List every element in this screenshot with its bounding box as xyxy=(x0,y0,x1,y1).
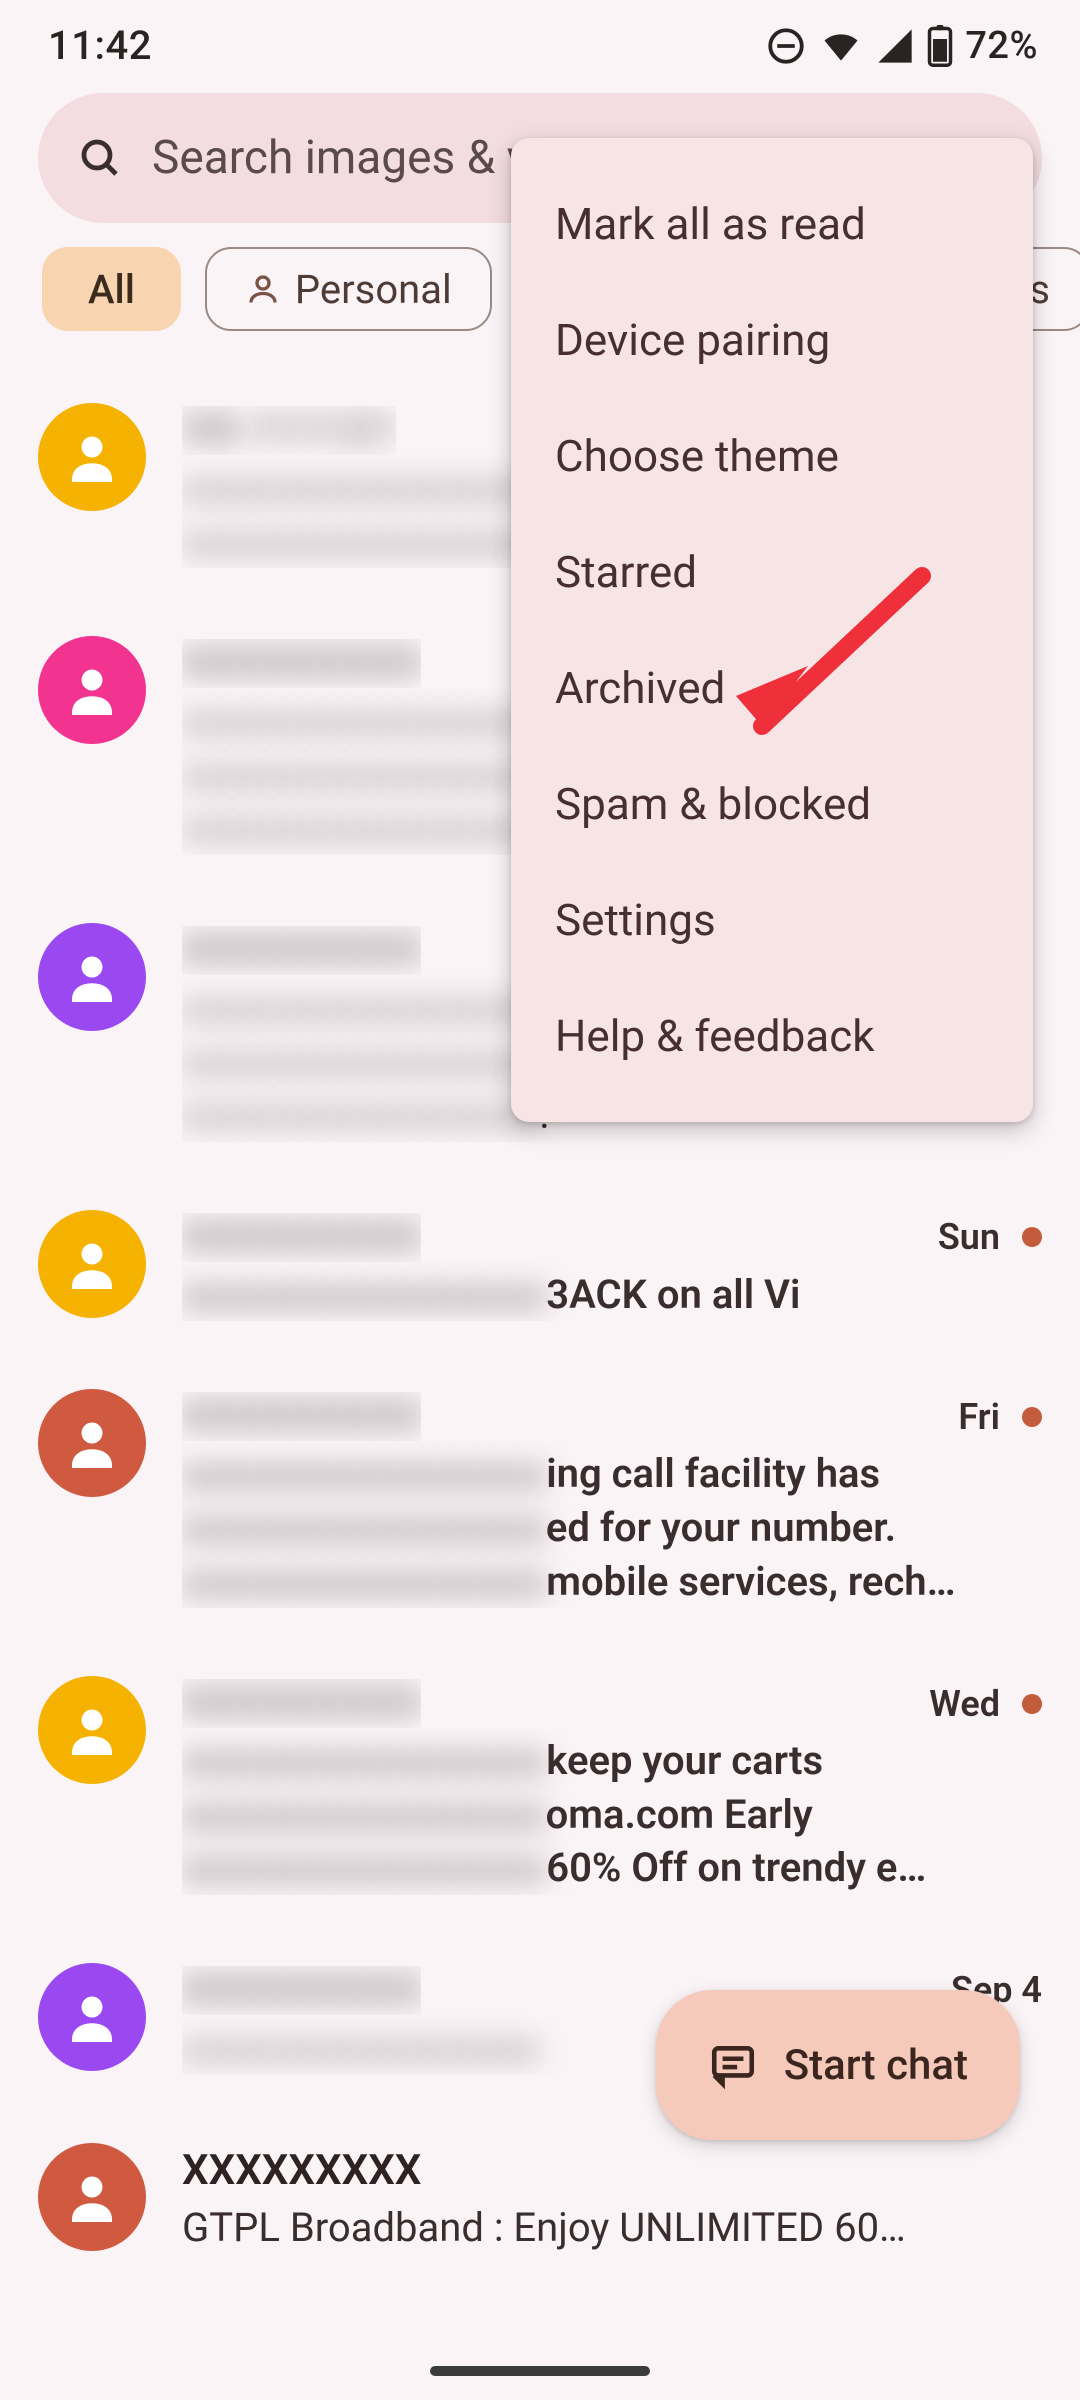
chip-personal[interactable]: Personal xyxy=(205,247,492,331)
sender-name: XXXXXXXXX xyxy=(182,1966,421,2015)
battery-icon xyxy=(927,25,953,67)
menu-item-mark-all-as-read[interactable]: Mark all as read xyxy=(511,166,1033,282)
sender-name: XXXXXXXXX xyxy=(182,1213,421,1262)
avatar xyxy=(38,2143,146,2251)
menu-item-help-feedback[interactable]: Help & feedback xyxy=(511,978,1033,1094)
conversation-row[interactable]: XXXXXXXXX Sunxxxxxxxxxxxxxxxxxx3ACK on al… xyxy=(38,1210,1042,1322)
search-placeholder: Search images & v xyxy=(152,131,529,185)
sender-name: XXXXXXXXX xyxy=(182,2146,421,2195)
person-icon xyxy=(245,271,281,307)
sender-name: XXXXXXXXX xyxy=(182,1679,421,1728)
avatar xyxy=(38,403,146,511)
conversation-row[interactable]: XXXXXXXXXGTPL Broadband : Enjoy UNLIMITE… xyxy=(38,2143,1042,2255)
conversation-preview: GTPL Broadband : Enjoy UNLIMITED 60… xyxy=(182,2195,1032,2255)
conversation-date: Sun xyxy=(938,1216,1042,1258)
avatar xyxy=(38,1210,146,1318)
sender-name: VD-111121 xyxy=(182,406,396,455)
conversation-body: XXXXXXXXXGTPL Broadband : Enjoy UNLIMITE… xyxy=(182,2143,1042,2255)
conversation-date: Wed xyxy=(929,1683,1042,1725)
start-chat-fab[interactable]: Start chat xyxy=(656,1990,1020,2140)
chat-icon xyxy=(708,2040,758,2090)
menu-item-spam-blocked[interactable]: Spam & blocked xyxy=(511,746,1033,862)
conversation-preview: xxxxxxxxxxxxxxxxxxkeep your cartsxxxxxxx… xyxy=(182,1728,1032,1895)
conversation-body: XXXXXXXXX Wedxxxxxxxxxxxxxxxxxxkeep your … xyxy=(182,1676,1042,1895)
avatar xyxy=(38,636,146,744)
chip-all[interactable]: All xyxy=(42,247,181,331)
overflow-menu[interactable]: Mark all as readDevice pairingChoose the… xyxy=(511,138,1033,1122)
battery-percent: 72% xyxy=(965,24,1038,68)
sender-name: XXXXXXXXX xyxy=(182,926,421,975)
menu-item-settings[interactable]: Settings xyxy=(511,862,1033,978)
avatar xyxy=(38,923,146,1031)
unread-dot-icon xyxy=(1022,1227,1042,1247)
search-icon xyxy=(76,134,124,182)
avatar xyxy=(38,1676,146,1784)
conversation-date: Fri xyxy=(958,1396,1042,1438)
unread-dot-icon xyxy=(1022,1407,1042,1427)
avatar xyxy=(38,1389,146,1497)
menu-item-starred[interactable]: Starred xyxy=(511,514,1033,630)
conversation-row[interactable]: XXXXXXXXX Frixxxxxxxxxxxxxxxxxxing call f… xyxy=(38,1389,1042,1608)
status-bar: 11:42 72% xyxy=(0,0,1080,79)
fab-label: Start chat xyxy=(784,2041,968,2090)
menu-item-device-pairing[interactable]: Device pairing xyxy=(511,282,1033,398)
avatar xyxy=(38,1963,146,2071)
menu-item-choose-theme[interactable]: Choose theme xyxy=(511,398,1033,514)
unread-dot-icon xyxy=(1022,1694,1042,1714)
cellular-icon xyxy=(875,26,915,66)
sender-name: XXXXXXXXX xyxy=(182,1392,421,1441)
sender-name: XXXXXXXXX xyxy=(182,639,421,688)
conversation-body: XXXXXXXXX Sunxxxxxxxxxxxxxxxxxx3ACK on al… xyxy=(182,1210,1042,1322)
conversation-preview: xxxxxxxxxxxxxxxxxxing call facility hasx… xyxy=(182,1441,1032,1608)
conversation-row[interactable]: XXXXXXXXX Wedxxxxxxxxxxxxxxxxxxkeep your … xyxy=(38,1676,1042,1895)
menu-item-archived[interactable]: Archived xyxy=(511,630,1033,746)
status-icons: 72% xyxy=(765,24,1038,68)
chip-label: All xyxy=(88,266,135,313)
status-time: 11:42 xyxy=(48,22,152,69)
dnd-icon xyxy=(765,25,807,67)
conversation-preview: xxxxxxxxxxxxxxxxxx3ACK on all Vi xyxy=(182,1262,1032,1322)
gesture-nav-pill xyxy=(430,2366,650,2376)
wifi-icon xyxy=(819,24,863,68)
conversation-body: XXXXXXXXX Frixxxxxxxxxxxxxxxxxxing call f… xyxy=(182,1389,1042,1608)
chip-label: Personal xyxy=(295,266,452,313)
